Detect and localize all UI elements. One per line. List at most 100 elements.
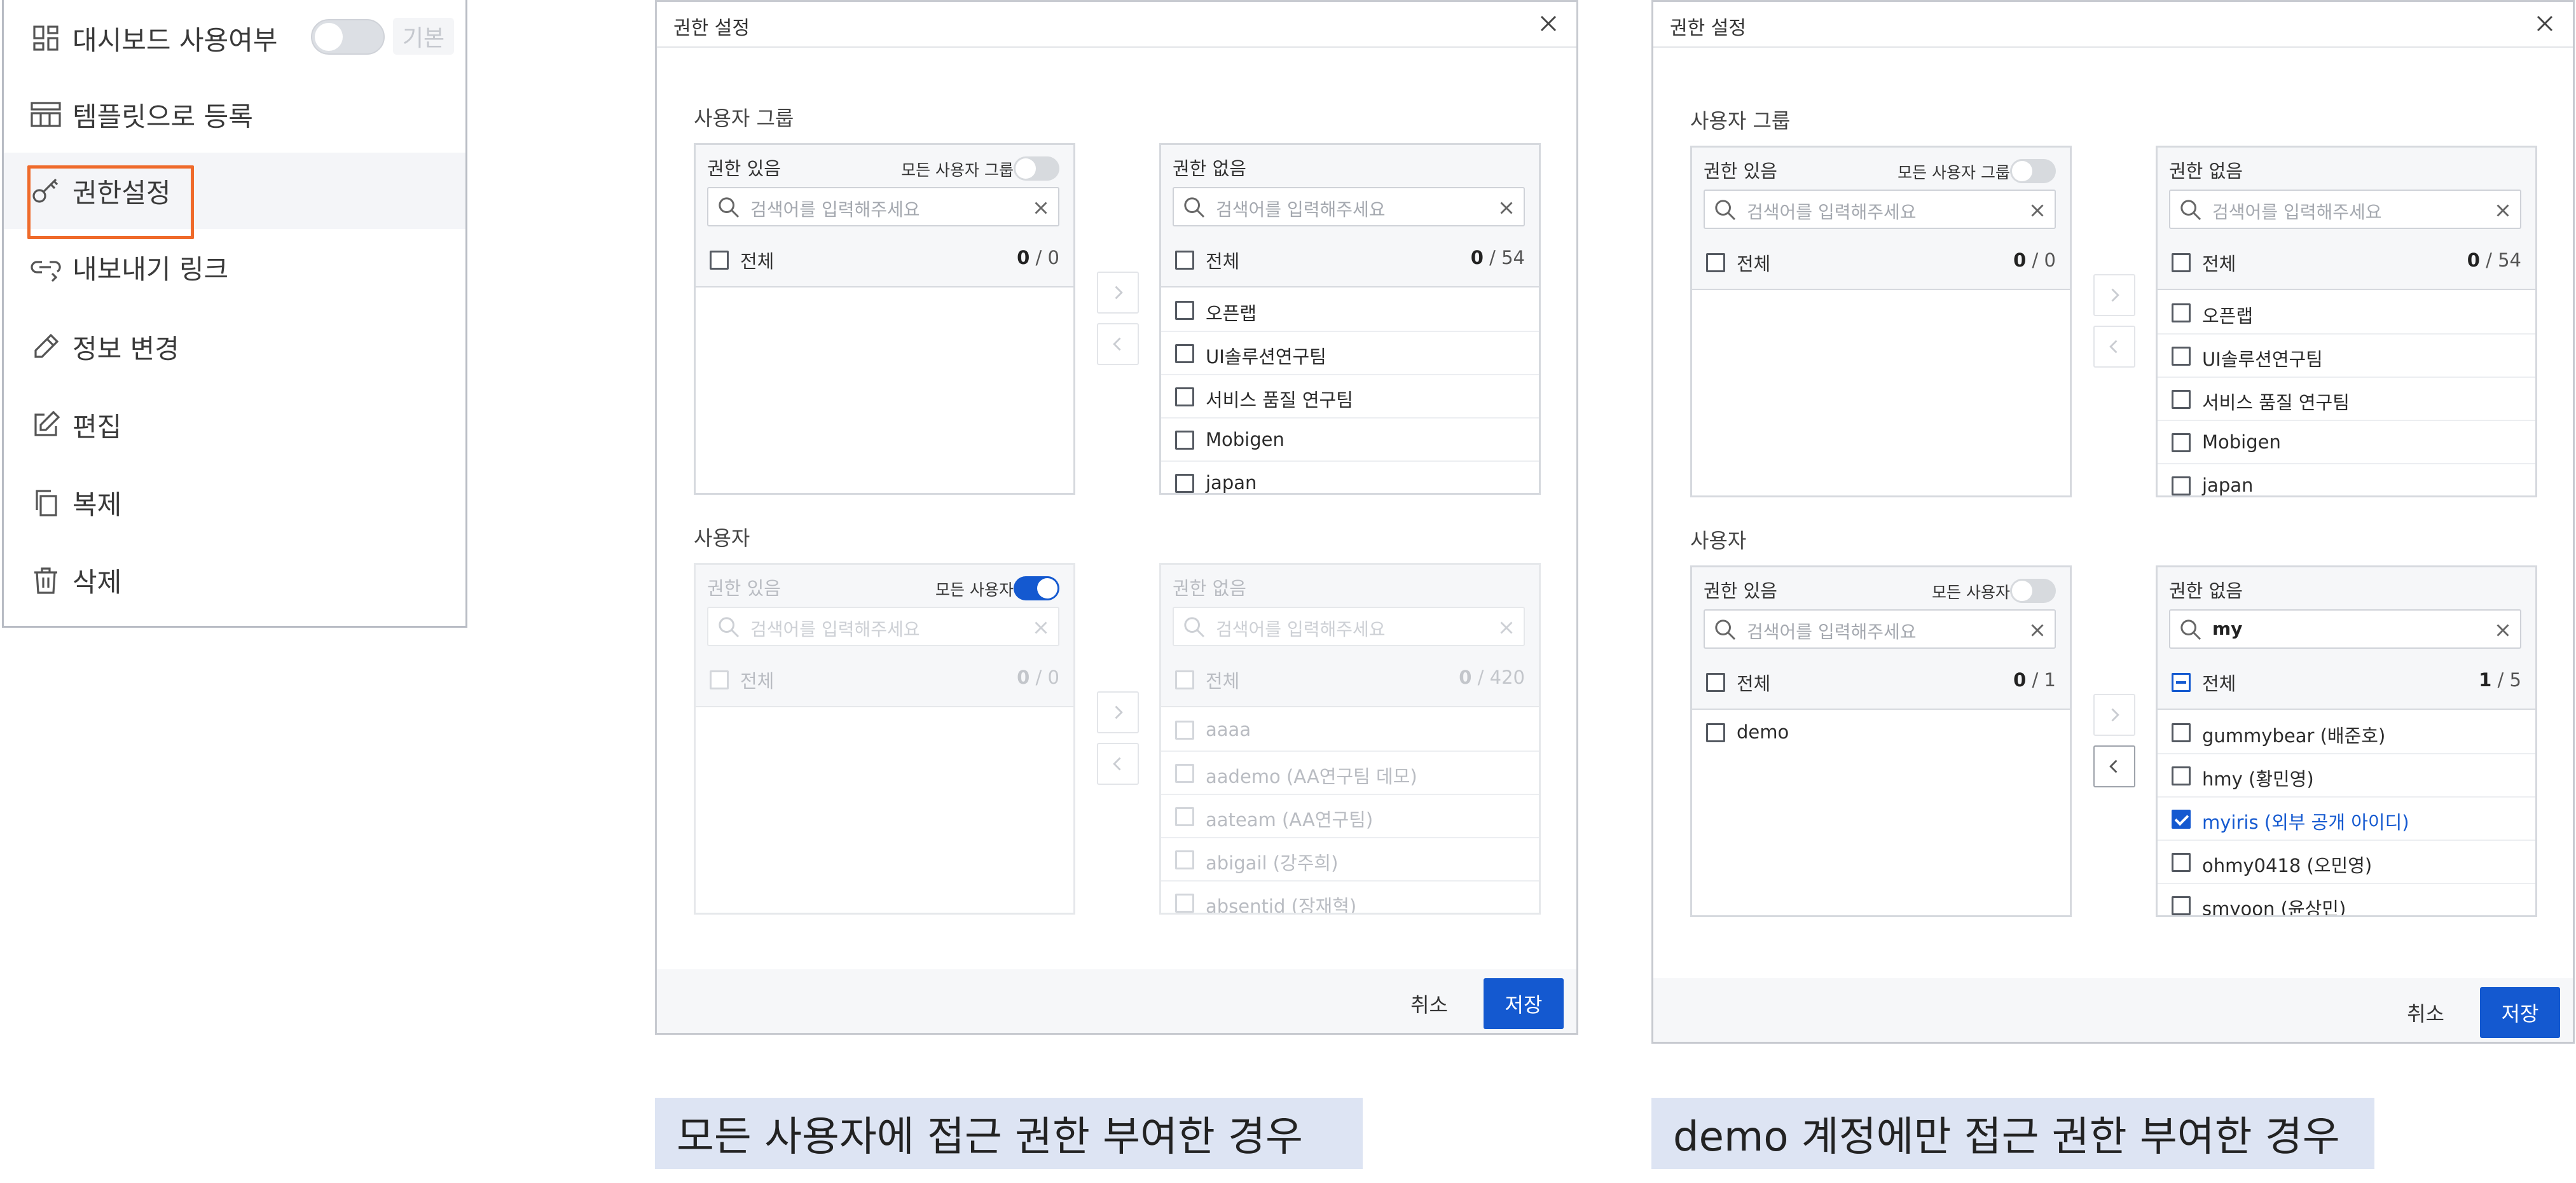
all-groups-toggle[interactable] xyxy=(2010,159,2056,183)
move-left-button[interactable] xyxy=(2093,745,2135,787)
clear-icon[interactable] xyxy=(1030,617,1052,639)
list-item[interactable]: smyoon (윤상민) xyxy=(2158,884,2535,915)
menu-item-delete[interactable]: 삭제 xyxy=(4,542,465,618)
list-item[interactable]: hmy (황민영) xyxy=(2158,754,2535,798)
list-item[interactable]: 서비스 품질 연구팀 xyxy=(2158,378,2535,421)
item-checkbox[interactable] xyxy=(2172,433,2191,452)
dashboard-usage-toggle[interactable] xyxy=(311,19,385,55)
search-input[interactable]: 검색어를 입력해주세요 xyxy=(1173,187,1525,226)
clear-icon[interactable] xyxy=(2492,200,2514,221)
select-all-row[interactable]: 전체 0 / 0 xyxy=(710,667,1059,695)
item-checkbox[interactable] xyxy=(2172,347,2191,366)
list-item[interactable]: Mobigen xyxy=(2158,421,2535,464)
item-checkbox[interactable] xyxy=(2172,303,2191,322)
all-users-toggle[interactable] xyxy=(2010,579,2056,603)
select-all-checkbox[interactable] xyxy=(710,670,729,689)
clear-icon[interactable] xyxy=(2027,619,2048,641)
item-checkbox[interactable] xyxy=(1175,301,1194,320)
select-all-row[interactable]: 전체 0 / 1 xyxy=(1706,669,2056,697)
list-item[interactable]: aateam (AA연구팀) xyxy=(1161,795,1539,838)
list-item-selected[interactable]: myiris (외부 공개 아이디) xyxy=(2158,798,2535,841)
all-groups-toggle[interactable] xyxy=(1014,156,1059,181)
save-button[interactable]: 저장 xyxy=(1484,978,1564,1029)
clear-icon[interactable] xyxy=(2027,200,2048,221)
clear-icon[interactable] xyxy=(1496,197,1517,219)
search-input[interactable]: 검색어를 입력해주세요 xyxy=(1173,607,1525,646)
close-icon[interactable] xyxy=(2531,10,2559,38)
list-item[interactable]: absentid (장재혁) xyxy=(1161,882,1539,913)
select-all-row[interactable]: 전체 0 / 420 xyxy=(1175,667,1525,695)
item-checkbox-checked[interactable] xyxy=(2172,810,2191,829)
item-checkbox[interactable] xyxy=(2172,853,2191,872)
menu-item-edit-info[interactable]: 정보 변경 xyxy=(4,308,465,385)
select-all-checkbox[interactable] xyxy=(1706,253,1725,272)
item-checkbox[interactable] xyxy=(1175,894,1194,913)
list-item[interactable]: UI솔루션연구팀 xyxy=(1161,332,1539,375)
select-all-row[interactable]: 전체 0 / 0 xyxy=(710,247,1059,275)
clear-icon[interactable] xyxy=(2492,619,2514,641)
clear-icon[interactable] xyxy=(1030,197,1052,219)
list-item[interactable]: aademo (AA연구팀 데모) xyxy=(1161,752,1539,795)
move-left-button[interactable] xyxy=(1097,323,1139,365)
list-item[interactable]: 오픈랩 xyxy=(1161,289,1539,332)
list-item[interactable]: aaaa xyxy=(1161,709,1539,752)
close-icon[interactable] xyxy=(1534,10,1562,38)
item-checkbox[interactable] xyxy=(1175,474,1194,493)
select-all-checkbox[interactable] xyxy=(2172,673,2191,692)
search-input[interactable]: my xyxy=(2169,609,2521,649)
select-all-checkbox[interactable] xyxy=(2172,253,2191,272)
item-checkbox[interactable] xyxy=(2172,896,2191,915)
menu-item-register-template[interactable]: 템플릿으로 등록 xyxy=(4,76,465,153)
item-checkbox[interactable] xyxy=(2172,390,2191,409)
save-button[interactable]: 저장 xyxy=(2480,987,2560,1038)
move-right-button[interactable] xyxy=(1097,272,1139,314)
list-item[interactable]: abigail (강주희) xyxy=(1161,838,1539,882)
move-right-button[interactable] xyxy=(1097,691,1139,733)
list-item[interactable]: japan xyxy=(2158,464,2535,495)
item-checkbox[interactable] xyxy=(2172,723,2191,742)
select-all-row[interactable]: 전체 0 / 0 xyxy=(1706,249,2056,277)
menu-item-edit[interactable]: 편집 xyxy=(4,387,465,463)
cancel-button[interactable]: 취소 xyxy=(1407,988,1452,1019)
item-checkbox[interactable] xyxy=(1175,387,1194,406)
cancel-button[interactable]: 취소 xyxy=(2403,997,2448,1028)
select-all-checkbox[interactable] xyxy=(1706,673,1725,692)
move-right-button[interactable] xyxy=(2093,694,2135,736)
search-input[interactable]: 검색어를 입력해주세요 xyxy=(1704,609,2056,649)
list-item[interactable]: Mobigen xyxy=(1161,419,1539,462)
list-item[interactable]: 오픈랩 xyxy=(2158,291,2535,335)
search-input[interactable]: 검색어를 입력해주세요 xyxy=(1704,190,2056,229)
search-input[interactable]: 검색어를 입력해주세요 xyxy=(707,607,1059,646)
select-all-row[interactable]: 전체 1 / 5 xyxy=(2172,669,2521,697)
item-checkbox[interactable] xyxy=(1175,721,1194,740)
list-item[interactable]: UI솔루션연구팀 xyxy=(2158,335,2535,378)
list-item[interactable]: ohmy0418 (오민영) xyxy=(2158,841,2535,884)
select-all-checkbox[interactable] xyxy=(1175,670,1194,689)
select-all-checkbox[interactable] xyxy=(710,251,729,270)
item-checkbox[interactable] xyxy=(2172,476,2191,495)
list-item[interactable]: 서비스 품질 연구팀 xyxy=(1161,375,1539,419)
item-checkbox[interactable] xyxy=(1175,807,1194,826)
menu-item-export-link[interactable]: 내보내기 링크 xyxy=(4,229,465,305)
item-checkbox[interactable] xyxy=(1175,344,1194,363)
item-checkbox[interactable] xyxy=(1175,850,1194,869)
move-left-button[interactable] xyxy=(1097,743,1139,785)
item-checkbox[interactable] xyxy=(1175,764,1194,783)
clear-icon[interactable] xyxy=(1496,617,1517,639)
list-item[interactable]: gummybear (배준호) xyxy=(2158,711,2535,754)
search-input[interactable]: 검색어를 입력해주세요 xyxy=(707,187,1059,226)
select-all-row[interactable]: 전체 0 / 54 xyxy=(1175,247,1525,275)
select-all-checkbox[interactable] xyxy=(1175,251,1194,270)
search-placeholder: 검색어를 입력해주세요 xyxy=(1216,199,1386,220)
menu-item-duplicate[interactable]: 복제 xyxy=(4,464,465,541)
all-users-toggle[interactable] xyxy=(1014,576,1059,600)
item-checkbox[interactable] xyxy=(2172,766,2191,785)
list-item[interactable]: japan xyxy=(1161,462,1539,493)
move-left-button[interactable] xyxy=(2093,326,2135,368)
list-item[interactable]: demo xyxy=(1692,711,2070,754)
item-checkbox[interactable] xyxy=(1175,431,1194,450)
item-checkbox[interactable] xyxy=(1706,723,1725,742)
select-all-row[interactable]: 전체 0 / 54 xyxy=(2172,249,2521,277)
move-right-button[interactable] xyxy=(2093,274,2135,316)
search-input[interactable]: 검색어를 입력해주세요 xyxy=(2169,190,2521,229)
